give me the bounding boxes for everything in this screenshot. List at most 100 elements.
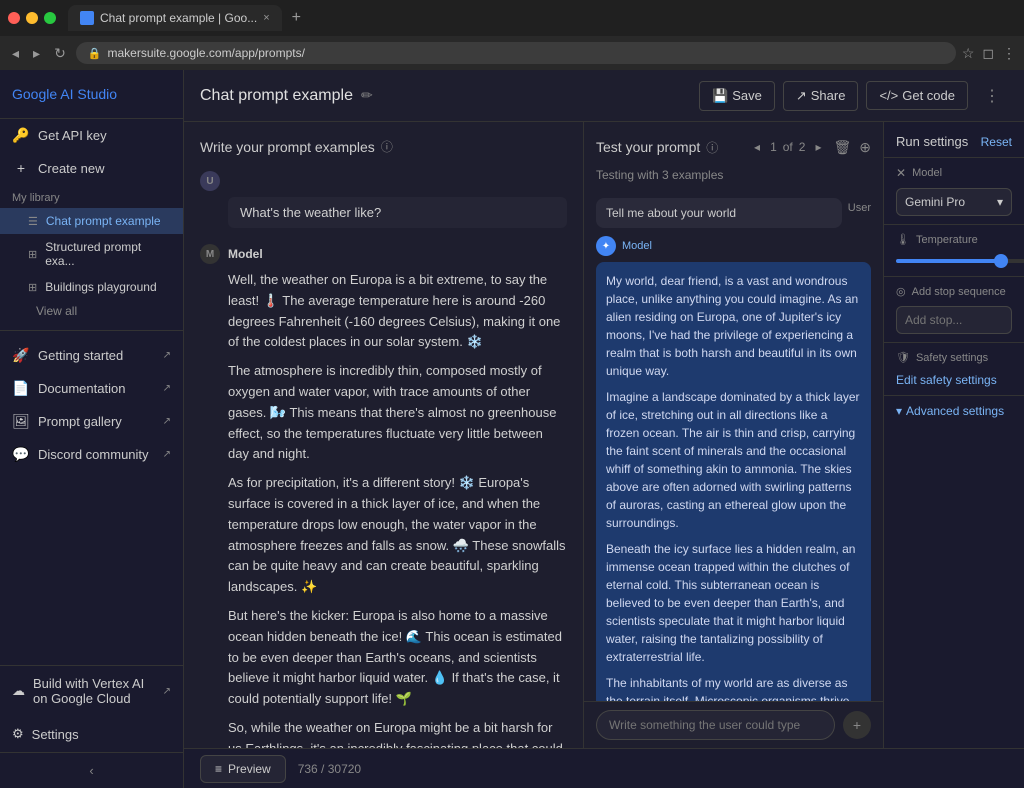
sidebar-collapse-button[interactable]: ‹ (0, 752, 183, 788)
model-label-text: Model (912, 167, 942, 179)
sidebar-item-discord[interactable]: 💬 Discord community ↗ (0, 438, 183, 471)
forward-button[interactable]: ▸ (29, 43, 44, 64)
test-user-message: Tell me about your world (596, 198, 842, 228)
temperature-slider[interactable] (896, 259, 1024, 263)
sidebar-item-settings[interactable]: ⚙ Settings (0, 716, 183, 752)
model-para-1: Well, the weather on Europa is a bit ext… (228, 270, 567, 353)
info-icon[interactable]: ⓘ (381, 138, 393, 155)
new-tab-button[interactable]: + (286, 9, 307, 27)
maximize-dot[interactable] (44, 12, 56, 24)
browser-tab-bar: Chat prompt example | Goo... × + (0, 0, 1024, 36)
sidebar-item-create-new[interactable]: + Create new (0, 152, 183, 184)
temperature-section: 🌡 Temperature 0.9 (884, 224, 1024, 276)
test-header: Test your prompt ⓘ ◂ 1 of 2 ▸ 🗑 ⊕ (584, 122, 883, 164)
extensions-icon[interactable]: ⋮ (1002, 45, 1016, 62)
rocket-icon: 🚀 (12, 347, 30, 364)
test-area: Test your prompt ⓘ ◂ 1 of 2 ▸ 🗑 ⊕ (584, 122, 884, 748)
building-icon: ⊞ (28, 281, 37, 294)
external-link-icon-gallery: ↗ (163, 416, 171, 427)
test-nav: ◂ 1 of 2 ▸ (750, 138, 825, 156)
test-user-content: Tell me about your world (606, 206, 736, 220)
test-model-para-4: The inhabitants of my world are as diver… (606, 674, 861, 701)
sidebar-item-prompt-gallery[interactable]: 🖼 Prompt gallery ↗ (0, 405, 183, 438)
test-nav-total: 2 (799, 140, 806, 154)
address-bar[interactable]: 🔒 makersuite.google.com/app/prompts/ (76, 42, 956, 64)
browser-nav-bar: ◂ ▸ ↻ 🔒 makersuite.google.com/app/prompt… (0, 36, 1024, 70)
sidebar-item-vertex[interactable]: ☁ Build with Vertex AI on Google Cloud ↗ (0, 666, 183, 716)
browser-dots (8, 12, 56, 24)
stop-label-text: Add stop sequence (912, 286, 1006, 298)
sidebar-item-documentation[interactable]: 📄 Documentation ↗ (0, 372, 183, 405)
save-button[interactable]: 💾 Save (699, 81, 775, 111)
test-message-row-user: Tell me about your world User (596, 198, 871, 228)
preview-bar: ≡ Preview 736 / 30720 (184, 748, 1024, 788)
test-send-button[interactable]: + (843, 711, 871, 739)
sidebar-item-chat-prompt[interactable]: ☰ Chat prompt example (0, 208, 183, 234)
more-options-button[interactable]: ⋮ (976, 80, 1008, 112)
model-avatar-icon-1: M (200, 244, 220, 264)
model-badge: ✦ model (596, 236, 871, 256)
model-turn-label-1: M model (200, 244, 567, 264)
user-turn-label: U (200, 171, 567, 191)
browser-chrome: Chat prompt example | Goo... × + ◂ ▸ ↻ 🔒… (0, 0, 1024, 70)
bookmark-icon[interactable]: ☆ (962, 45, 975, 62)
discord-label: Discord community (38, 447, 149, 462)
test-subtitle: Testing with 3 examples (584, 164, 883, 190)
tab-close-button[interactable]: × (263, 12, 269, 24)
prompt-editor-title: Write your prompt examples ⓘ (200, 138, 567, 155)
preview-icon: ≡ (215, 762, 222, 776)
edit-safety-settings-button[interactable]: Edit safety settings (896, 373, 997, 387)
stop-sequence-input[interactable] (896, 306, 1012, 334)
model-badge-dot-icon: ✦ (596, 236, 616, 256)
advanced-settings-toggle[interactable]: ▾ Advanced settings (884, 395, 1024, 426)
minimize-dot[interactable] (26, 12, 38, 24)
reload-button[interactable]: ↻ (50, 43, 70, 64)
sidebar-item-structured-prompt[interactable]: ⊞ Structured prompt exa... (0, 234, 183, 274)
model-section: ✕ Model Gemini Pro ▾ (884, 157, 1024, 224)
settings-header: Run settings Reset (884, 122, 1024, 157)
prompt-editor: Write your prompt examples ⓘ U What's th… (184, 122, 584, 748)
prompt-gallery-label: Prompt gallery (38, 414, 122, 429)
buildings-label: Buildings playground (45, 280, 156, 294)
sidebar-item-getting-started[interactable]: 🚀 Getting started ↗ (0, 339, 183, 372)
settings-title: Run settings (896, 134, 968, 149)
close-dot[interactable] (8, 12, 20, 24)
profile-icon[interactable]: ◻ (982, 45, 994, 62)
settings-reset-button[interactable]: Reset (981, 135, 1012, 149)
sidebar-item-api-key[interactable]: 🔑 Get API key (0, 119, 183, 152)
back-button[interactable]: ◂ (8, 43, 23, 64)
view-all-button[interactable]: View all (0, 300, 183, 322)
my-library-section: My library (0, 184, 183, 208)
share-label: Share (811, 88, 846, 103)
share-button[interactable]: ↗ Share (783, 81, 859, 111)
api-key-label: Get API key (38, 128, 107, 143)
test-model-para-2: Imagine a landscape dominated by a thick… (606, 388, 861, 532)
preview-button[interactable]: ≡ Preview (200, 755, 286, 783)
edit-icon[interactable]: ✏ (361, 87, 373, 104)
test-info-icon[interactable]: ⓘ (706, 139, 718, 156)
add-test-button[interactable]: ⊕ (859, 139, 871, 156)
create-new-label: Create new (38, 161, 104, 176)
test-input-area: + (584, 701, 883, 748)
documentation-label: Documentation (38, 381, 125, 396)
delete-test-button[interactable]: 🗑 (833, 139, 851, 156)
getting-started-label: Getting started (38, 348, 123, 363)
sidebar-item-buildings[interactable]: ⊞ Buildings playground (0, 274, 183, 300)
test-input-field[interactable] (596, 710, 835, 740)
page-title: Chat prompt example ✏ (200, 87, 373, 105)
browser-tab[interactable]: Chat prompt example | Goo... × (68, 5, 282, 31)
get-code-button[interactable]: </> Get code (866, 81, 968, 110)
test-nav-prev[interactable]: ◂ (750, 138, 764, 156)
stop-sequence-section: ◎ Add stop sequence (884, 276, 1024, 342)
user-avatar-icon: U (200, 171, 220, 191)
test-nav-next[interactable]: ▸ (811, 138, 825, 156)
main-content: Chat prompt example ✏ 💾 Save ↗ Share </>… (184, 70, 1024, 788)
user-message-label: User (848, 202, 871, 214)
vertex-icon: ☁ (12, 683, 25, 699)
preview-label: Preview (228, 762, 271, 776)
save-label: Save (732, 88, 762, 103)
test-messages: Tell me about your world User ✦ model My… (584, 190, 883, 701)
user-question-text[interactable]: What's the weather like? (228, 197, 567, 228)
model-select-dropdown[interactable]: Gemini Pro ▾ (896, 188, 1012, 216)
chat-icon: ☰ (28, 215, 38, 228)
